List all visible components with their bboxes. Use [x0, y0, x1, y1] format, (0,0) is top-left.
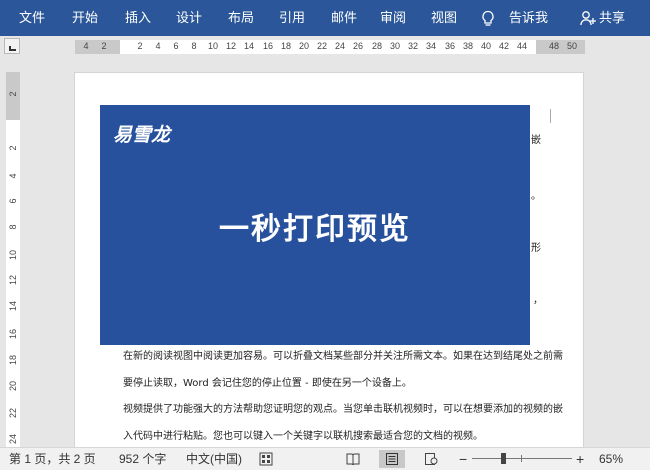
ruler-number: 10	[8, 250, 18, 261]
ruler-number: 6	[8, 198, 18, 204]
ruler-number: 30	[389, 41, 401, 51]
ruler-number: 2	[101, 41, 107, 51]
tab-references[interactable]: 引用	[279, 0, 305, 36]
ruler-number: 38	[462, 41, 474, 51]
body-text-fragment: 。	[531, 191, 541, 202]
title-banner: 易雪龙 一秒打印预览	[100, 105, 530, 345]
language-status[interactable]: 中文(中国)	[186, 448, 242, 470]
ruler-number: 6	[173, 41, 179, 51]
vertical-ruler[interactable]: 2 2 4 6 8 10 12 14 16 18 20 22 24	[6, 72, 20, 447]
zoom-slider[interactable]	[472, 458, 572, 459]
ruler-number: 48	[548, 41, 560, 51]
ruler-number: 8	[8, 224, 18, 230]
ribbon-tab-bar: 文件 开始 插入 设计 布局 引用 邮件 审阅 视图 告诉我 共享	[0, 0, 650, 36]
ruler-number: 50	[566, 41, 578, 51]
tell-me-box[interactable]: 告诉我	[509, 0, 548, 36]
brand-logo: 易雪龙	[113, 124, 171, 146]
zoom-slider-thumb[interactable]	[501, 453, 506, 464]
book-icon	[346, 453, 360, 465]
ruler-number: 40	[480, 41, 492, 51]
ruler-number: 26	[352, 41, 364, 51]
ruler-number: 18	[280, 41, 292, 51]
ruler-number: 12	[225, 41, 237, 51]
tab-view[interactable]: 视图	[431, 0, 457, 36]
page-count-status[interactable]: 第 1 页，共 2 页	[9, 448, 96, 470]
zoom-level[interactable]: 65%	[599, 448, 623, 470]
ruler-number: 16	[262, 41, 274, 51]
ruler-number: 20	[8, 381, 18, 392]
ruler-number: 22	[8, 408, 18, 419]
ruler-number: 20	[298, 41, 310, 51]
ruler-number: 18	[8, 355, 18, 366]
horizontal-ruler[interactable]: 4 2 2 4 6 8 10 12 14 16 18 20 22 24 26 2…	[75, 40, 585, 54]
tab-layout[interactable]: 布局	[228, 0, 254, 36]
tab-stop-selector[interactable]	[4, 38, 20, 54]
read-mode-button[interactable]	[340, 450, 366, 468]
tab-mailings[interactable]: 邮件	[331, 0, 357, 36]
ruler-number: 28	[371, 41, 383, 51]
body-text-line: 入代码中进行粘贴。您也可以键入一个关键字以联机搜索最适合您的文档的视频。	[123, 431, 483, 442]
body-text-line: 在新的阅读视图中阅读更加容易。可以折叠文档某些部分并关注所需文本。如果在达到结尾…	[123, 351, 563, 362]
word-count-status[interactable]: 952 个字	[119, 448, 166, 470]
body-text-fragment: ，	[533, 295, 543, 306]
ruler-number: 12	[8, 275, 18, 286]
ruler-number: 42	[498, 41, 510, 51]
ruler-number: 4	[155, 41, 161, 51]
ruler-number: 44	[516, 41, 528, 51]
ruler-number: 14	[8, 301, 18, 312]
ruler-number: 8	[191, 41, 197, 51]
ruler-number: 36	[444, 41, 456, 51]
macro-record-icon[interactable]	[259, 452, 273, 466]
share-button[interactable]: 共享	[599, 0, 625, 36]
ruler-number: 14	[243, 41, 255, 51]
web-page-icon	[425, 453, 438, 465]
banner-headline: 一秒打印预览	[219, 212, 411, 247]
page-layout-icon	[386, 453, 398, 465]
ruler-number: 2	[8, 145, 18, 151]
margin-corner-mark	[539, 109, 551, 123]
tab-insert[interactable]: 插入	[125, 0, 151, 36]
ruler-number: 24	[8, 434, 18, 445]
ruler-number: 22	[316, 41, 328, 51]
print-layout-button[interactable]	[379, 450, 405, 468]
ruler-number: 2	[137, 41, 143, 51]
tab-file[interactable]: 文件	[19, 0, 45, 36]
ruler-right-margin	[536, 40, 585, 54]
left-tab-icon	[9, 46, 16, 51]
ruler-number: 16	[8, 329, 18, 340]
tab-design[interactable]: 设计	[176, 0, 202, 36]
horizontal-ruler-area: 4 2 2 4 6 8 10 12 14 16 18 20 22 24 26 2…	[0, 36, 650, 96]
ruler-left-margin	[75, 40, 120, 54]
body-text-fragment: 嵌	[531, 135, 541, 146]
person-add-icon[interactable]	[580, 10, 596, 26]
tab-home[interactable]: 开始	[72, 0, 98, 36]
ruler-number: 4	[83, 41, 89, 51]
ruler-number: 32	[407, 41, 419, 51]
tab-review[interactable]: 审阅	[380, 0, 406, 36]
body-text-line: 要停止读取，Word 会记住您的停止位置 - 即使在另一个设备上。	[123, 378, 412, 389]
body-text-line: 视频提供了功能强大的方法帮助您证明您的观点。当您单击联机视频时，可以在想要添加的…	[123, 404, 563, 415]
ruler-number: 24	[334, 41, 346, 51]
status-bar: 第 1 页，共 2 页 952 个字 中文(中国) − + 65%	[0, 447, 650, 470]
ruler-number: 2	[8, 91, 18, 97]
ruler-number: 34	[425, 41, 437, 51]
zoom-out-button[interactable]: −	[459, 448, 467, 470]
body-text-fragment: 形	[531, 243, 541, 254]
ruler-number: 10	[207, 41, 219, 51]
web-layout-button[interactable]	[418, 450, 444, 468]
lightbulb-icon[interactable]	[480, 10, 496, 28]
zoom-in-button[interactable]: +	[576, 448, 584, 470]
ruler-number: 4	[8, 173, 18, 179]
zoom-center-tick	[521, 455, 522, 462]
